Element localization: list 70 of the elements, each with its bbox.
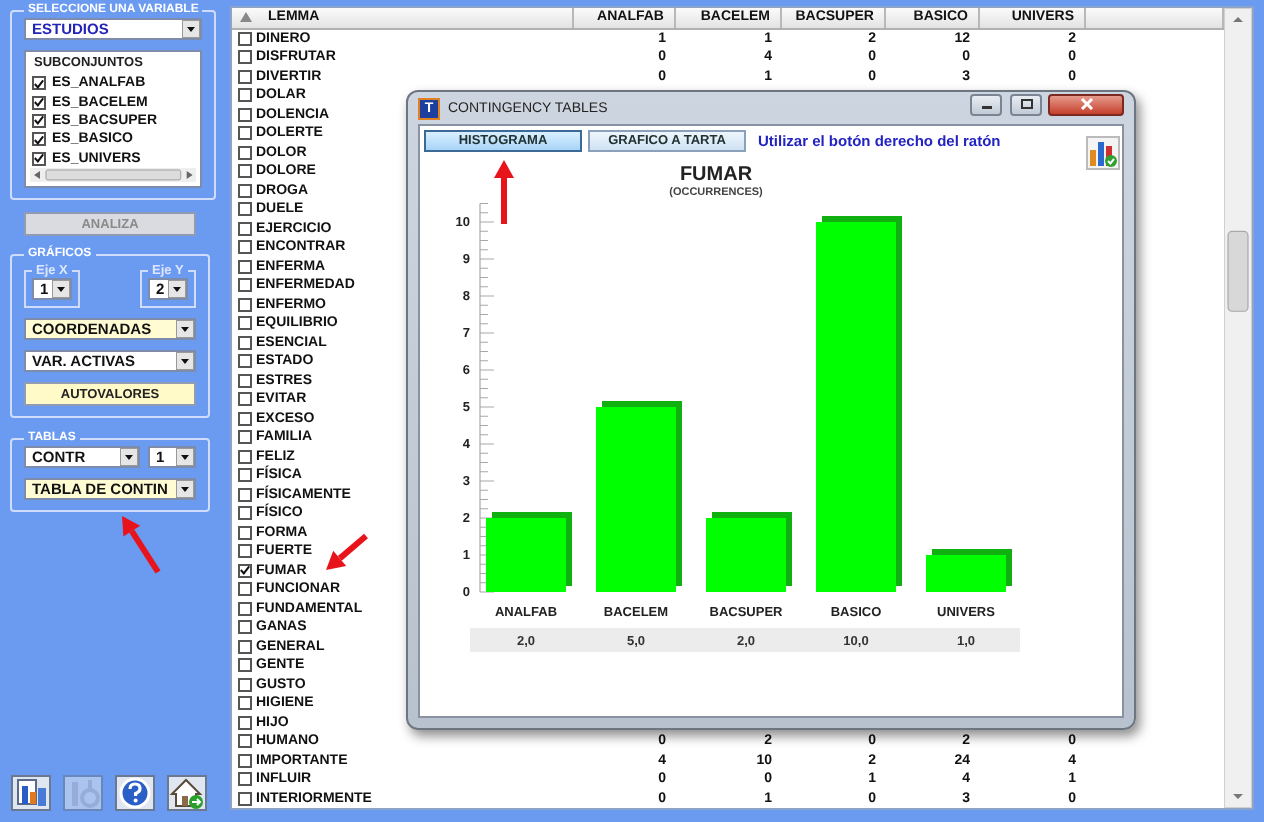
checkbox[interactable] — [238, 183, 252, 198]
minimize-button[interactable] — [970, 93, 1002, 115]
checkbox[interactable] — [238, 297, 252, 312]
bar — [706, 518, 786, 592]
checkbox[interactable] — [238, 487, 252, 502]
maximize-button[interactable] — [1010, 93, 1042, 115]
checkbox[interactable] — [238, 240, 252, 255]
checkbox[interactable] — [32, 132, 46, 147]
caret-icon — [176, 320, 194, 338]
checkbox[interactable] — [238, 335, 252, 350]
checkbox[interactable] — [32, 113, 46, 128]
caret-icon — [52, 280, 70, 298]
checkbox[interactable] — [238, 734, 252, 749]
checkbox[interactable] — [238, 468, 252, 483]
checkbox[interactable] — [238, 259, 252, 274]
checkbox[interactable] — [238, 411, 252, 426]
checkbox[interactable] — [238, 791, 252, 806]
checkbox[interactable] — [238, 620, 252, 635]
bar — [926, 555, 1006, 592]
checkbox[interactable] — [238, 278, 252, 293]
caret-icon — [120, 448, 138, 466]
checkbox[interactable] — [238, 753, 252, 768]
caret-icon — [176, 352, 194, 370]
checkbox[interactable] — [32, 151, 46, 166]
help-icon[interactable] — [114, 774, 156, 812]
maximize-icon — [1019, 98, 1033, 110]
checkbox[interactable] — [238, 202, 252, 217]
checkbox[interactable] — [238, 69, 252, 84]
checkbox[interactable] — [238, 126, 252, 141]
caret-icon — [182, 20, 201, 38]
checkbox[interactable] — [238, 373, 252, 388]
checkbox[interactable] — [238, 772, 252, 787]
chart-title: FUMAR — [679, 164, 753, 186]
checkbox[interactable] — [238, 164, 252, 179]
checkbox[interactable] — [238, 506, 252, 521]
checkbox[interactable] — [32, 95, 46, 110]
sort-icon — [240, 12, 252, 23]
caret-icon — [176, 448, 194, 466]
checkbox[interactable] — [238, 31, 252, 46]
checkbox[interactable] — [238, 544, 252, 559]
checkbox[interactable] — [238, 392, 252, 407]
caret-icon — [168, 280, 186, 298]
checkbox[interactable] — [238, 430, 252, 445]
checkbox[interactable] — [238, 88, 252, 103]
checkbox[interactable] — [238, 658, 252, 673]
checkbox[interactable] — [238, 145, 252, 160]
checkbox[interactable] — [238, 449, 252, 464]
checkbox[interactable] — [238, 715, 252, 730]
caret-icon — [176, 480, 194, 498]
checkbox[interactable] — [238, 563, 252, 578]
document-icon[interactable] — [10, 774, 52, 812]
checkbox[interactable] — [238, 525, 252, 540]
checkbox[interactable] — [238, 50, 252, 65]
close-icon — [1079, 98, 1093, 110]
checkbox[interactable] — [238, 354, 252, 369]
close-button[interactable] — [1048, 93, 1124, 115]
scrollbar[interactable] — [1224, 8, 1252, 808]
home-icon[interactable] — [166, 774, 208, 812]
bar — [486, 518, 566, 592]
checkbox[interactable] — [238, 696, 252, 711]
checkbox[interactable] — [238, 221, 252, 236]
checkbox[interactable] — [238, 316, 252, 331]
checkbox[interactable] — [32, 76, 46, 91]
chart-icon[interactable] — [1086, 136, 1120, 170]
checkbox[interactable] — [238, 639, 252, 654]
checkbox[interactable] — [238, 601, 252, 616]
checkbox[interactable] — [238, 107, 252, 122]
checkbox[interactable] — [238, 677, 252, 692]
checkbox[interactable] — [238, 582, 252, 597]
scrollbar[interactable] — [30, 168, 197, 182]
